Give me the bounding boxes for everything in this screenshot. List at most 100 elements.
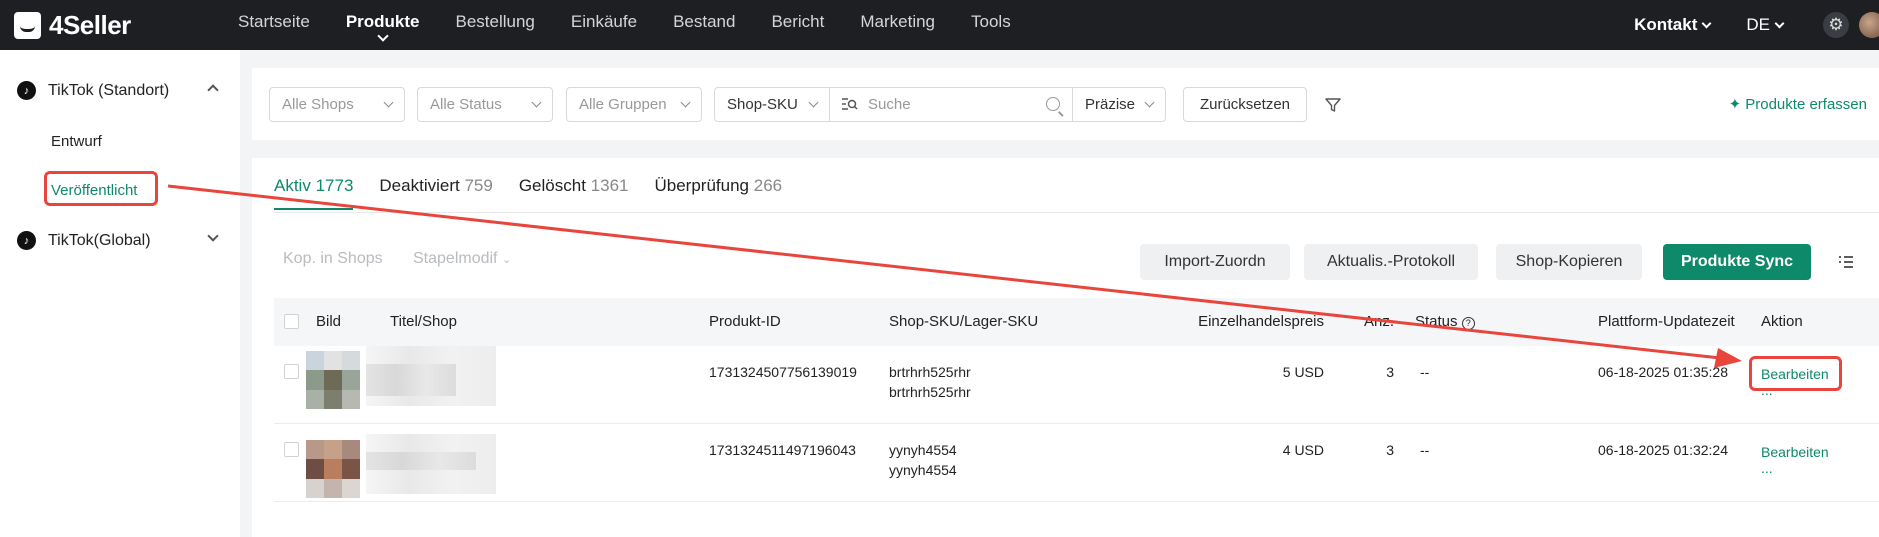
tiktok-icon: ♪ [17,231,36,250]
shop-sku: brtrhrh525rhr brtrhrh525rhr [889,362,971,402]
tab-count: 759 [464,176,493,195]
nav-bericht[interactable]: Bericht [753,0,842,50]
import-mapping-button[interactable]: Import-Zuordn [1140,244,1290,280]
col-updated: Plattform-Updatezeit [1598,313,1735,330]
tab-label: Deaktiviert [379,176,460,195]
col-sku: Shop-SKU/Lager-SKU [889,313,1039,330]
tiktok-icon: ♪ [17,81,36,100]
reset-button[interactable]: Zurücksetzen [1183,87,1307,122]
shops-select[interactable]: Alle Shops [269,87,405,122]
table-row: 1731324511497196043 yynyh4554 yynyh4554 4… [274,424,1879,502]
tab-label: Aktiv [274,176,311,195]
col-action: Aktion [1761,313,1803,330]
nav-bestand[interactable]: Bestand [655,0,753,50]
sidebar-item-entwurf[interactable]: Entwurf [51,133,102,150]
tab-ueberpruefung[interactable]: Überprüfung 266 [654,176,782,210]
nav-produkte-label: Produkte [345,12,420,31]
sidebar-group-label: TikTok (Standort) [48,81,170,99]
nav-startseite[interactable]: Startseite [220,0,328,50]
logo[interactable]: 4Seller [14,10,131,41]
highlight-box-veroeffentlicht [44,171,158,206]
help-icon[interactable]: ? [1461,317,1475,330]
column-settings-icon[interactable] [1838,254,1854,270]
quantity: 3 [1386,442,1394,458]
tab-geloescht[interactable]: Gelöscht 1361 [519,176,629,210]
batch-edit-button[interactable]: Stapelmodif ⌄ [413,250,511,268]
top-navigation-bar: 4Seller Startseite Produkte Bestellung E… [0,0,1879,50]
col-status: Status ? [1415,313,1475,330]
highlight-box-edit [1749,356,1842,391]
shop-sku-value: yynyh4554 [889,442,957,458]
col-product-id: Produkt-ID [709,313,781,330]
gear-icon[interactable]: ⚙ [1823,12,1849,38]
retail-price: 4 USD [1282,442,1324,458]
row-checkbox[interactable] [284,442,299,457]
update-log-button[interactable]: Aktualis.-Protokoll [1304,244,1478,280]
shops-select-value: Alle Shops [282,96,354,113]
search-placeholder: Suche [868,96,911,113]
products-sync-button[interactable]: Produkte Sync [1663,244,1811,280]
sidebar-group-tiktok-standort[interactable]: ♪ TikTok (Standort) [17,81,227,100]
precision-select[interactable]: Präzise [1072,87,1166,122]
top-right-controls: Kontakt DE ⚙ [1634,0,1879,50]
filter-bar: Alle Shops Alle Status Alle Gruppen Shop… [252,68,1879,140]
search-icon[interactable] [1046,97,1060,111]
shop-sku: yynyh4554 yynyh4554 [889,440,957,480]
filter-icon[interactable] [1325,97,1341,113]
chevron-down-icon [680,97,691,108]
sku-type-select[interactable]: Shop-SKU [714,87,830,122]
precision-value: Präzise [1085,96,1136,113]
col-price: Einzelhandelspreis [1198,313,1324,330]
search-input[interactable]: Suche [829,87,1073,122]
row-checkbox[interactable] [284,364,299,379]
tab-deaktiviert[interactable]: Deaktiviert 759 [379,176,492,210]
sidebar: ♪ TikTok (Standort) Entwurf Veröffentlic… [0,50,240,537]
nav-produkte[interactable]: Produkte [328,0,438,50]
sidebar-group-tiktok-global[interactable]: ♪ TikTok(Global) [17,230,227,250]
status-select-value: Alle Status [430,96,502,113]
search-list-icon [842,98,858,110]
logo-icon [14,12,41,39]
update-time: 06-18-2025 01:35:28 [1598,364,1728,380]
product-thumbnail[interactable] [306,351,360,409]
nav-tools[interactable]: Tools [953,0,1029,50]
tab-label: Gelöscht [518,176,586,195]
tab-count: 1361 [590,176,629,195]
more-actions-button[interactable]: ... [1761,458,1773,478]
table-row: 1731324507756139019 brtrhrh525rhr brtrhrh… [274,346,1879,424]
chevron-down-icon [1774,18,1785,28]
groups-select-value: Alle Gruppen [579,96,667,113]
select-all-checkbox[interactable] [284,314,299,329]
shop-copy-button[interactable]: Shop-Kopieren [1496,244,1642,280]
status-tabs: Aktiv 1773 Deaktiviert 759 Gelöscht 1361… [274,176,782,210]
product-id: 1731324507756139019 [709,364,857,380]
quantity: 3 [1386,364,1394,380]
nav-marketing[interactable]: Marketing [842,0,953,50]
tab-divider [274,212,1879,213]
warehouse-sku-value: brtrhrh525rhr [889,384,971,400]
chevron-down-icon [383,97,394,108]
tab-aktiv[interactable]: Aktiv 1773 [274,176,354,210]
chevron-down-icon: ⌄ [501,254,512,266]
nav-bestellung[interactable]: Bestellung [438,0,553,50]
status-select[interactable]: Alle Status [417,87,553,122]
copy-to-shops-button[interactable]: Kop. in Shops [283,250,383,268]
chevron-up-icon [207,84,219,96]
warehouse-sku-value: yynyh4554 [889,462,957,478]
col-qty: Anz. [1363,313,1394,330]
language-menu[interactable]: DE [1746,15,1785,35]
contact-label: Kontakt [1634,15,1698,34]
product-thumbnail[interactable] [306,440,360,498]
chevron-down-icon [808,97,819,108]
product-panel: Aktiv 1773 Deaktiviert 759 Gelöscht 1361… [252,158,1879,537]
col-title: Titel/Shop [390,313,457,330]
avatar[interactable] [1859,12,1879,38]
nav-einkaeufe[interactable]: Einkäufe [553,0,655,50]
language-label: DE [1746,15,1770,34]
chevron-down-icon [376,30,389,42]
capture-products-link[interactable]: ✦ Produkte erfassen [1729,95,1867,114]
chevron-down-icon [1701,18,1712,28]
groups-select[interactable]: Alle Gruppen [566,87,702,122]
blurred-shop [366,452,476,470]
contact-menu[interactable]: Kontakt [1634,15,1712,35]
